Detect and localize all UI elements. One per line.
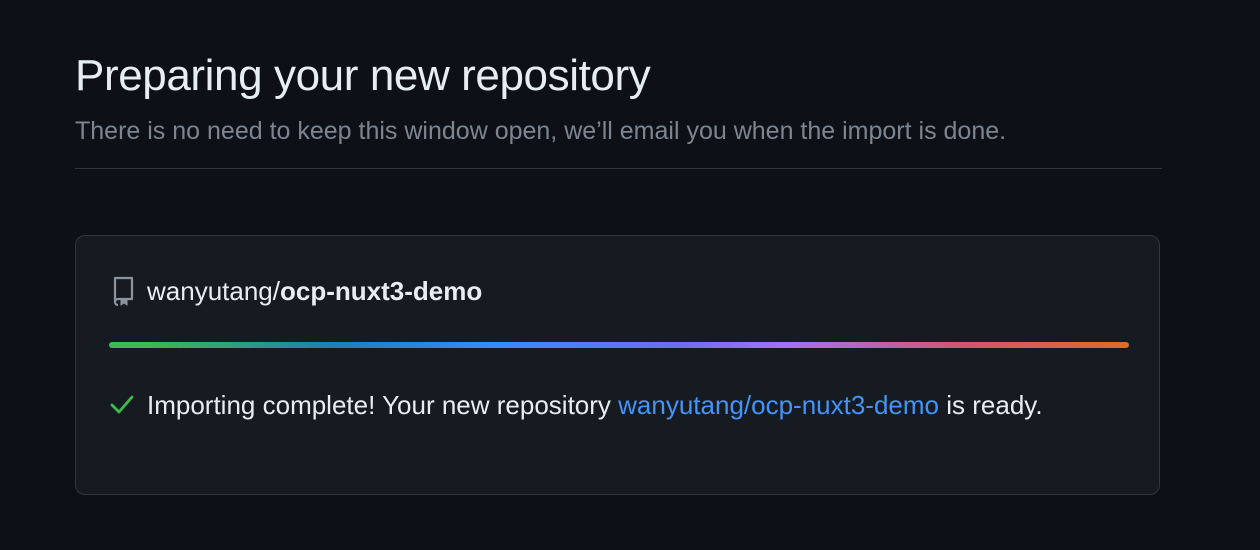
import-page: Preparing your new repository There is n… xyxy=(0,0,1260,550)
repo-name: ocp-nuxt3-demo xyxy=(279,275,483,306)
check-icon xyxy=(110,395,134,414)
page-header: Preparing your new repository There is n… xyxy=(75,50,1162,146)
repository-link[interactable]: wanyutang/ocp-nuxt3-demo xyxy=(618,390,939,420)
import-status-card: wanyutang/ ocp-nuxt3-demo Importing comp… xyxy=(75,235,1160,495)
repository-heading: wanyutang/ ocp-nuxt3-demo xyxy=(109,274,482,308)
status-prefix: Importing complete! Your new repository xyxy=(147,390,619,420)
header-divider xyxy=(75,168,1162,169)
repo-icon xyxy=(109,274,137,308)
page-subtitle: There is no need to keep this window ope… xyxy=(75,117,1007,145)
status-suffix: is ready. xyxy=(939,390,1043,420)
import-status-message: Importing complete! Your new repository … xyxy=(109,384,1109,426)
page-title: Preparing your new repository xyxy=(75,51,651,100)
import-progress-bar xyxy=(109,342,1129,348)
repo-owner: wanyutang/ xyxy=(147,275,280,306)
